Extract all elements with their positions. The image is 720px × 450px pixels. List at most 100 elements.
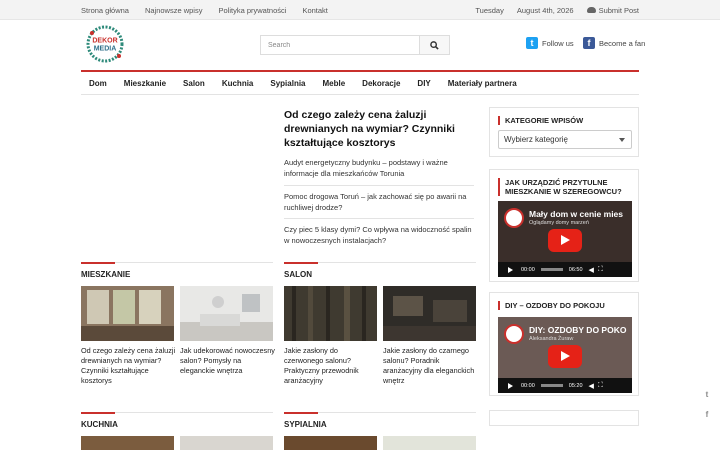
search-input[interactable] <box>261 36 421 54</box>
article-thumbnail[interactable] <box>383 436 476 450</box>
top-links: Strona główna Najnowsze wpisy Polityka p… <box>81 0 344 20</box>
top-link-latest[interactable]: Najnowsze wpisy <box>145 6 203 15</box>
section-heading-sypialnia[interactable]: SYPIALNIA <box>284 412 476 429</box>
nav-item-meble[interactable]: Meble <box>314 79 354 88</box>
play-icon[interactable] <box>508 266 513 273</box>
logo-text-bottom: MEDIA <box>94 46 117 53</box>
related-article-2[interactable]: Pomoc drogowa Toruń – jak zachować się p… <box>284 191 474 219</box>
featured-article-title[interactable]: Od czego zależy cena żaluzji drewnianych… <box>284 108 472 150</box>
article-caption[interactable]: Od czego zależy cena żaluzji drewnianych… <box>81 346 176 386</box>
section-accent <box>81 262 115 264</box>
video-duration: 06:50 <box>568 266 583 273</box>
video-player[interactable]: Mały dom w cenie mies Oglądamy domy marz… <box>498 201 632 277</box>
article-caption[interactable]: Jakie zasłony do czarnego salonu? Poradn… <box>383 346 478 386</box>
top-link-privacy[interactable]: Polityka prywatności <box>218 6 286 15</box>
section-accent <box>284 262 318 264</box>
section-accent <box>284 412 318 414</box>
volume-icon[interactable]: ◀ <box>589 382 594 390</box>
channel-avatar <box>504 208 524 228</box>
twitter-follow-link[interactable]: t Follow us <box>526 37 574 49</box>
video-title: DIY: OZDOBY DO POKO <box>529 325 627 335</box>
empty-widget <box>489 410 639 426</box>
channel-avatar <box>504 324 524 344</box>
video-channel: Oglądamy domy marzeń <box>529 220 589 226</box>
nav-item-diy[interactable]: DIY <box>409 79 439 88</box>
article-thumbnail[interactable] <box>284 286 377 341</box>
article-thumbnail[interactable] <box>180 436 273 450</box>
fixed-twitter-icon[interactable]: t <box>699 386 715 402</box>
categories-widget: KATEGORIE WPISÓW Wybierz kategorię <box>489 107 639 157</box>
facebook-fan-link[interactable]: f Become a fan <box>583 37 645 49</box>
article-thumbnail[interactable] <box>383 286 476 341</box>
article-thumbnail[interactable] <box>81 436 174 450</box>
nav-item-salon[interactable]: Salon <box>175 79 214 88</box>
section-title: MIESZKANIE <box>81 270 131 279</box>
nav-item-mieszkanie[interactable]: Mieszkanie <box>115 79 174 88</box>
section-title: KUCHNIA <box>81 420 118 429</box>
section-heading-kuchnia[interactable]: KUCHNIA <box>81 412 273 429</box>
video-current-time: 00:00 <box>521 382 535 389</box>
top-bar: Strona główna Najnowsze wpisy Polityka p… <box>0 0 720 20</box>
section-title: SYPIALNIA <box>284 420 327 429</box>
video-widget: JAK URZĄDZIĆ PRZYTULNE MIESZKANIE W SZER… <box>489 169 639 282</box>
video-channel: Aleksandra Żuraw <box>529 336 574 342</box>
search-icon <box>430 40 439 50</box>
chevron-down-icon <box>619 138 625 142</box>
widget-title: KATEGORIE WPISÓW <box>498 116 583 125</box>
section-title: SALON <box>284 270 312 279</box>
article-thumbnail[interactable] <box>180 286 273 341</box>
fullscreen-icon[interactable]: ⛶ <box>598 382 603 390</box>
article-thumbnail[interactable] <box>284 436 377 450</box>
video-progress-bar[interactable] <box>540 268 563 271</box>
nav-item-sypialnia[interactable]: Sypialnia <box>262 79 314 88</box>
article-caption[interactable]: Jak udekorować nowoczesny salon? Pomysły… <box>180 346 275 376</box>
video-duration: 05:20 <box>568 382 583 389</box>
twitter-icon: t <box>526 37 538 49</box>
top-right: Tuesday August 4th, 2026 Submit Post <box>462 0 639 20</box>
nav-item-dom[interactable]: Dom <box>81 79 115 88</box>
nav-item-kuchnia[interactable]: Kuchnia <box>213 79 262 88</box>
widget-title: JAK URZĄDZIĆ PRZYTULNE MIESZKANIE W SZER… <box>498 178 628 196</box>
nav-item-materialy-partnera[interactable]: Materiały partnera <box>439 79 525 88</box>
section-heading-salon[interactable]: SALON <box>284 262 476 279</box>
youtube-play-icon[interactable] <box>548 229 582 252</box>
volume-icon[interactable]: ◀ <box>589 266 594 274</box>
video-player[interactable]: DIY: OZDOBY DO POKO Aleksandra Żuraw 00:… <box>498 317 632 393</box>
video-current-time: 00:00 <box>521 266 535 273</box>
related-article-3[interactable]: Czy piec 5 klasy dymi? Co wpływa na wido… <box>284 224 474 248</box>
widget-title: DIY – OZDOBY DO POKOJU <box>498 301 605 310</box>
article-caption[interactable]: Jakie zasłony do czerwonego salonu? Prak… <box>284 346 379 386</box>
page: Strona główna Najnowsze wpisy Polityka p… <box>0 0 720 450</box>
video-controls: 00:00 06:50 ◀ ⛶ <box>498 262 632 277</box>
search-form <box>260 35 450 55</box>
current-date: August 4th, 2026 <box>516 5 574 15</box>
submit-post-link[interactable]: Submit Post <box>586 5 639 15</box>
cloud-upload-icon <box>586 6 596 13</box>
video-widget: DIY – OZDOBY DO POKOJU DIY: OZDOBY DO PO… <box>489 292 639 396</box>
section-heading-mieszkanie[interactable]: MIESZKANIE <box>81 262 273 279</box>
logo-text-top: DEKOR <box>92 38 117 45</box>
top-link-home[interactable]: Strona główna <box>81 6 129 15</box>
facebook-label: Become a fan <box>599 38 646 48</box>
submit-post-label: Submit Post <box>598 5 639 15</box>
category-select[interactable]: Wybierz kategorię <box>498 130 632 149</box>
video-title: Mały dom w cenie mies <box>529 209 624 219</box>
site-logo[interactable]: DEKOR MEDIA <box>83 25 127 63</box>
youtube-play-icon[interactable] <box>548 345 582 368</box>
top-link-contact[interactable]: Kontakt <box>302 6 327 15</box>
search-button[interactable] <box>419 36 449 54</box>
play-icon[interactable] <box>508 382 513 389</box>
nav-item-dekoracje[interactable]: Dekoracje <box>354 79 409 88</box>
video-controls: 00:00 05:20 ◀ ⛶ <box>498 378 632 393</box>
related-article-1[interactable]: Audyt energetyczny budynku – podstawy i … <box>284 157 474 186</box>
category-select-value: Wybierz kategorię <box>504 135 568 144</box>
twitter-label: Follow us <box>542 38 574 48</box>
main-navigation: Dom Mieszkanie Salon Kuchnia Sypialnia M… <box>81 70 639 95</box>
video-progress-bar[interactable] <box>540 384 563 387</box>
article-thumbnail[interactable] <box>81 286 174 341</box>
fixed-facebook-icon[interactable]: f <box>699 406 715 422</box>
section-accent <box>81 412 115 414</box>
fullscreen-icon[interactable]: ⛶ <box>598 266 603 274</box>
current-day: Tuesday <box>475 5 504 15</box>
facebook-icon: f <box>583 37 595 49</box>
